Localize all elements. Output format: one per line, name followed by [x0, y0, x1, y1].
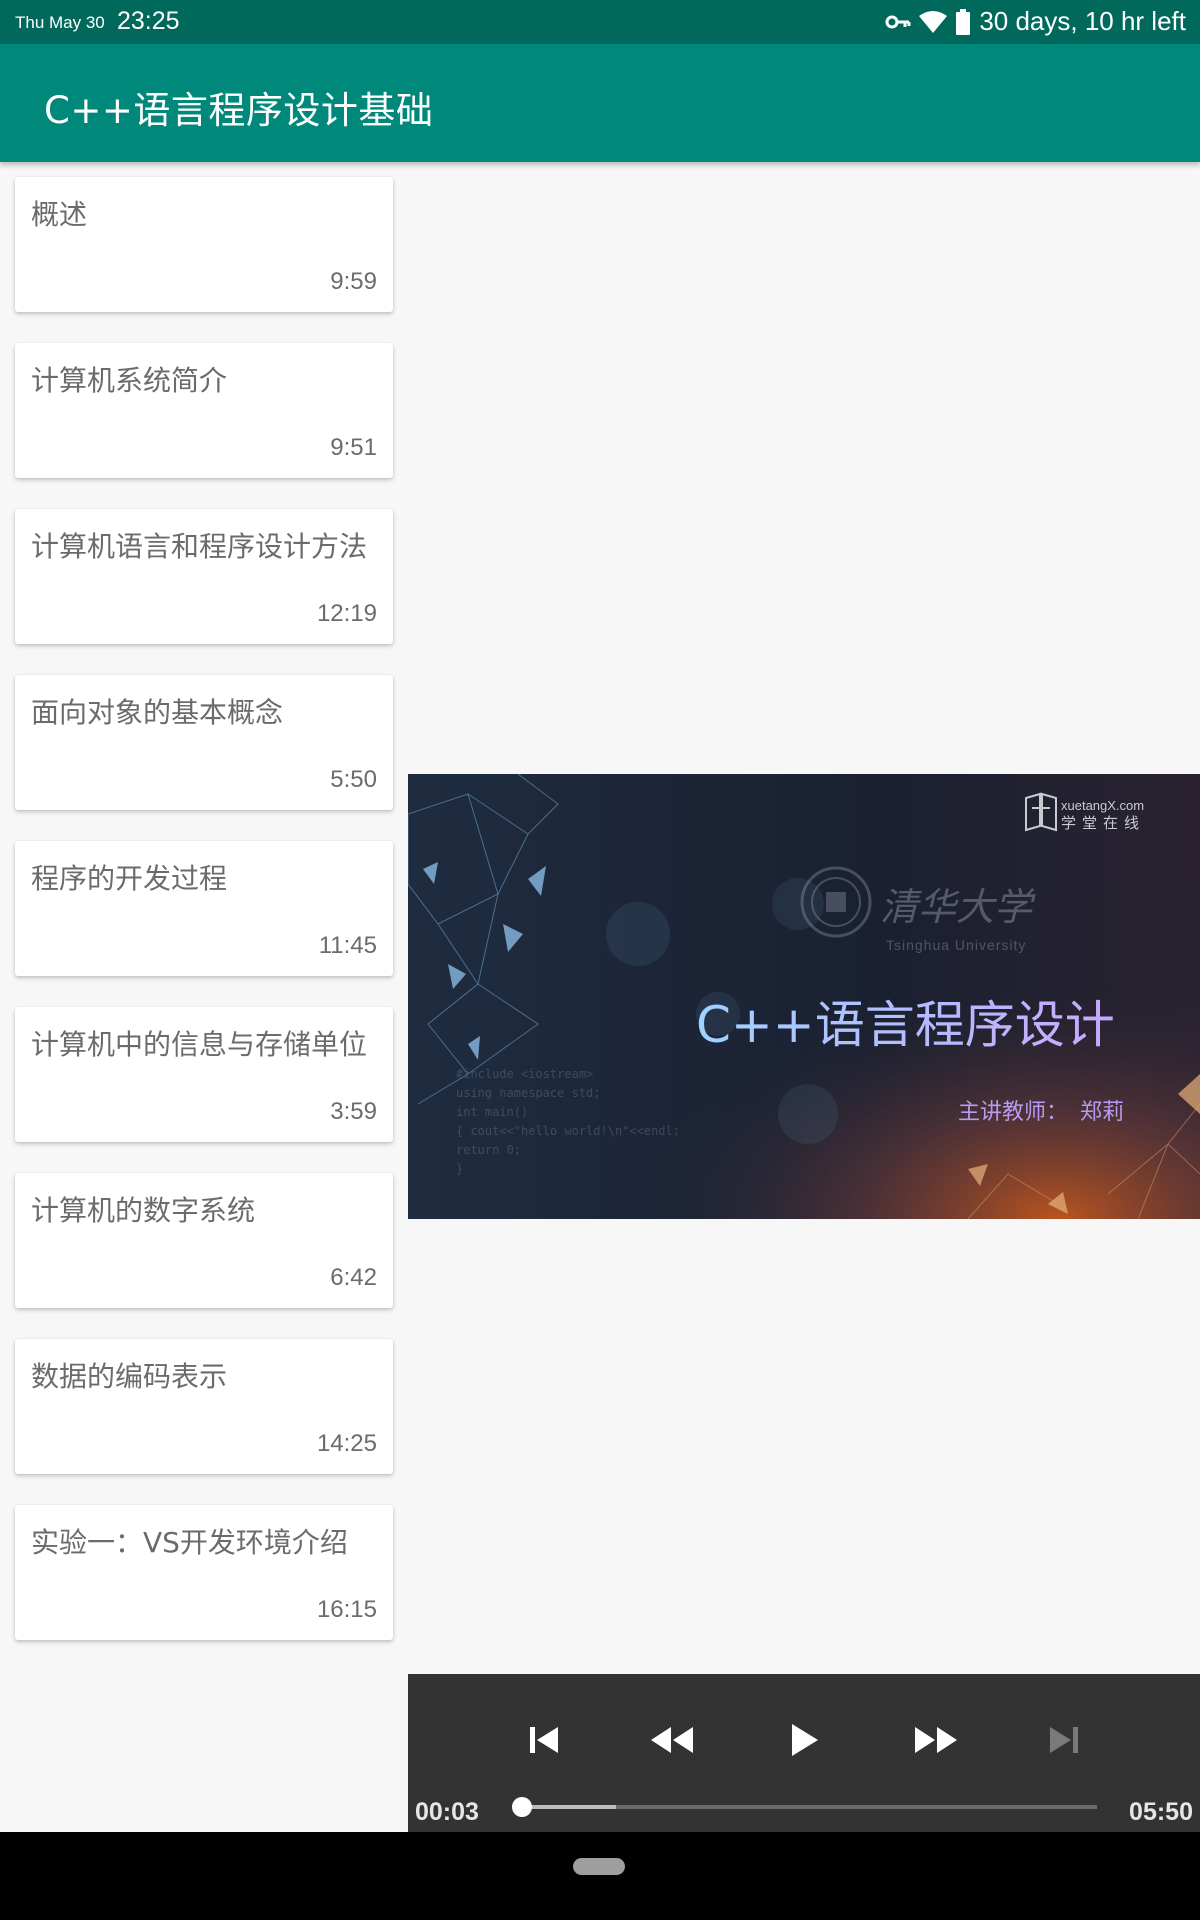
lesson-title: 面向对象的基本概念: [31, 696, 284, 729]
status-bar: Thu May 30 23:25 30 days, 10 hr left: [0, 0, 1200, 44]
lesson-title: 程序的开发过程: [31, 862, 228, 895]
code-line: }: [456, 1162, 463, 1176]
lesson-card[interactable]: 计算机中的信息与存储单位 3:59: [15, 1007, 393, 1142]
lesson-duration: 14:25: [316, 1430, 377, 1457]
seek-bar[interactable]: [511, 1797, 1097, 1817]
total-time: 05:50: [1129, 1798, 1193, 1826]
lesson-duration: 9:51: [330, 434, 377, 461]
vpn-key-icon: [885, 13, 911, 31]
next-button[interactable]: [1032, 1710, 1096, 1770]
lesson-card[interactable]: 计算机的数字系统 6:42: [15, 1173, 393, 1308]
lesson-title: 计算机系统简介: [31, 364, 228, 397]
lesson-duration: 3:59: [330, 1098, 377, 1125]
code-line: return 0;: [456, 1143, 521, 1157]
lesson-list: 概述 9:59 计算机系统简介 9:51 计算机语言和程序设计方法 12:19 面向对…: [15, 177, 393, 1671]
lesson-card[interactable]: 数据的编码表示 14:25: [15, 1339, 393, 1474]
fast-forward-button[interactable]: [904, 1710, 968, 1770]
lesson-duration: 11:45: [318, 932, 377, 959]
app-bar: C++语言程序设计基础: [0, 44, 1200, 162]
lesson-card[interactable]: 计算机语言和程序设计方法 12:19: [15, 509, 393, 644]
navigation-bar: [0, 1832, 1200, 1920]
status-date: Thu May 30: [15, 13, 105, 32]
lesson-title: 计算机的数字系统: [31, 1194, 256, 1227]
video-course-title: C++语言程序设计: [696, 996, 1115, 1054]
lesson-title: 数据的编码表示: [31, 1360, 228, 1393]
brand-url: xuetangX.com: [1061, 798, 1144, 813]
lesson-card[interactable]: 实验一：VS开发环境介绍 16:15: [15, 1505, 393, 1640]
battery-remaining-text: 30 days, 10 hr left: [979, 6, 1186, 36]
lesson-duration: 6:42: [330, 1264, 377, 1291]
lesson-card[interactable]: 计算机系统简介 9:51: [15, 343, 393, 478]
lesson-card[interactable]: 概述 9:59: [15, 177, 393, 312]
tsinghua-seal-icon: [800, 866, 872, 938]
lesson-duration: 9:59: [330, 268, 377, 295]
code-line: #include <iostream>: [456, 1067, 593, 1081]
home-handle[interactable]: [573, 1858, 625, 1875]
code-line: using namespace std;: [456, 1086, 601, 1100]
lesson-duration: 16:15: [316, 1596, 377, 1623]
teacher-label: 主讲教师：: [958, 1100, 1068, 1125]
lesson-title: 计算机中的信息与存储单位: [31, 1028, 368, 1061]
rewind-icon: [651, 1727, 693, 1753]
lesson-card[interactable]: 程序的开发过程 11:45: [15, 841, 393, 976]
university-name: 清华大学: [880, 885, 1036, 929]
status-icons: 30 days, 10 hr left: [885, 6, 1186, 37]
lesson-title: 实验一：VS开发环境介绍: [31, 1526, 348, 1559]
skip-previous-icon: [530, 1727, 558, 1753]
play-button[interactable]: [772, 1710, 836, 1770]
rewind-button[interactable]: [640, 1710, 704, 1770]
lesson-duration: 12:19: [316, 600, 377, 627]
code-line: { cout<<"hello world!\n"<<endl;: [456, 1124, 680, 1138]
seek-thumb[interactable]: [511, 1797, 532, 1817]
video-frame[interactable]: #include <iostream> using namespace std;…: [408, 774, 1200, 1219]
status-time: 23:25: [117, 7, 180, 35]
current-time: 00:03: [415, 1798, 479, 1826]
page-title: C++语言程序设计基础: [44, 89, 434, 132]
battery-icon: [955, 8, 971, 35]
university-name-en: Tsinghua University: [886, 937, 1026, 953]
wifi-icon: [919, 10, 948, 34]
lesson-duration: 5:50: [330, 766, 377, 793]
teacher-name: 郑莉: [1080, 1100, 1124, 1125]
lesson-title: 计算机语言和程序设计方法: [31, 530, 368, 563]
lesson-card[interactable]: 面向对象的基本概念 5:50: [15, 675, 393, 810]
previous-button[interactable]: [512, 1710, 576, 1770]
player-controls: 00:03 05:50: [408, 1674, 1200, 1832]
code-line: int main(): [456, 1105, 528, 1119]
fast-forward-icon: [915, 1727, 957, 1753]
player-buttons: [408, 1710, 1200, 1770]
lesson-title: 概述: [31, 198, 88, 231]
play-icon: [792, 1724, 818, 1756]
brand-name: 学堂在线: [1061, 814, 1145, 832]
skip-next-icon: [1050, 1727, 1078, 1753]
